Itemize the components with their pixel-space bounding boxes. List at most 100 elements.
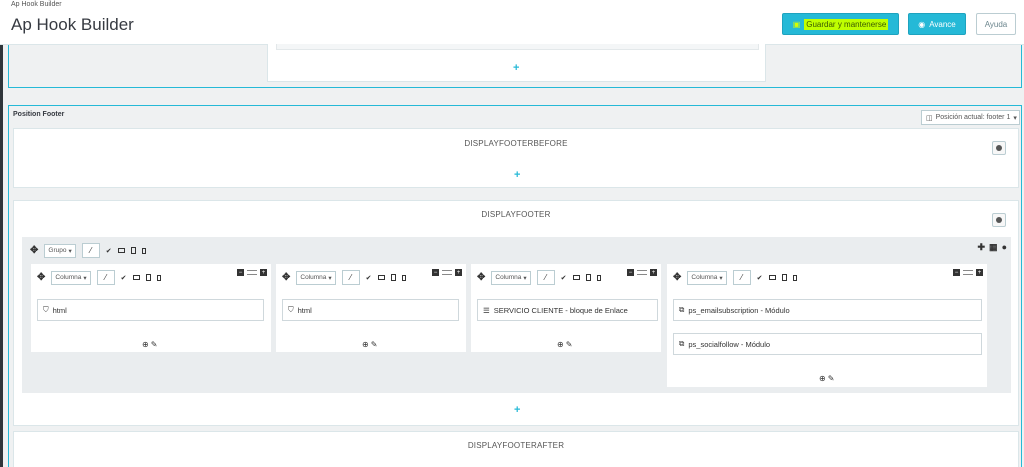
add-widget-icon[interactable]: ⊕ bbox=[557, 340, 564, 349]
column-resize-controls: − + bbox=[953, 269, 983, 276]
left-sidebar-strip bbox=[0, 0, 3, 467]
gear-icon[interactable] bbox=[992, 213, 1006, 227]
save-button-label: Guardar y mantenerse bbox=[804, 18, 889, 30]
column-footer-actions: ⊕ ✎ bbox=[142, 340, 157, 349]
column-select[interactable]: Columna ▾ bbox=[51, 270, 91, 285]
column-select[interactable]: Columna ▾ bbox=[491, 270, 531, 285]
minus-icon[interactable]: − bbox=[953, 269, 960, 276]
pencil-icon[interactable]: ✎ bbox=[566, 340, 573, 349]
widget-label: html bbox=[297, 305, 312, 315]
module-icon: ⧉ bbox=[679, 305, 685, 314]
phone-icon[interactable] bbox=[141, 247, 146, 254]
add-widget-icon[interactable]: ⊕ bbox=[819, 374, 826, 383]
move-icon[interactable]: ✥ bbox=[30, 245, 38, 256]
group-actions: ✚ ▦ ● bbox=[978, 242, 1008, 253]
magic-wand-icon[interactable]: ⁄ bbox=[536, 270, 555, 285]
top-position-panel: + bbox=[8, 44, 1022, 88]
tablet-icon[interactable] bbox=[781, 274, 787, 281]
check-icon[interactable]: ✔ bbox=[366, 274, 372, 282]
plus-icon[interactable]: ✚ bbox=[978, 242, 986, 253]
check-icon[interactable]: ✔ bbox=[121, 274, 127, 282]
minus-icon[interactable]: − bbox=[237, 269, 244, 276]
preview-button[interactable]: ◉ Avance bbox=[908, 13, 966, 35]
move-icon[interactable]: ✥ bbox=[477, 272, 485, 283]
column-toolbar: ✥ Columna ▾ ⁄ ✔ bbox=[673, 270, 797, 285]
widget-label: html bbox=[52, 305, 67, 315]
move-icon[interactable]: ✥ bbox=[673, 272, 681, 283]
tablet-icon[interactable] bbox=[130, 247, 136, 254]
magic-wand-icon[interactable]: ⁄ bbox=[96, 270, 115, 285]
widget-module[interactable]: ⧉ ps_socialfollow - Módulo bbox=[673, 333, 982, 355]
group-toolbar: ✥ Grupo ▾ ⁄ ✔ bbox=[30, 243, 146, 258]
position-title: Position Footer bbox=[13, 111, 65, 118]
plus-icon[interactable]: + bbox=[976, 269, 983, 276]
save-icon: ▣ bbox=[792, 19, 801, 29]
widget-html[interactable]: ⛉ html bbox=[282, 299, 459, 321]
minus-icon[interactable]: − bbox=[627, 269, 634, 276]
pencil-icon[interactable]: ✎ bbox=[151, 340, 158, 349]
move-icon[interactable]: ✥ bbox=[282, 272, 290, 283]
widget-label: SERVICIO CLIENTE - bloque de Enlace bbox=[493, 305, 628, 315]
desktop-icon[interactable] bbox=[132, 275, 140, 280]
save-and-stay-button[interactable]: ▣ Guardar y mantenerse bbox=[782, 13, 899, 35]
tablet-icon[interactable] bbox=[145, 274, 151, 281]
plus-icon[interactable]: + bbox=[650, 269, 657, 276]
tablet-icon[interactable] bbox=[390, 274, 396, 281]
gear-icon[interactable] bbox=[992, 141, 1006, 155]
phone-icon[interactable] bbox=[596, 274, 601, 281]
column-footer-actions: ⊕ ✎ bbox=[819, 374, 834, 383]
column-select[interactable]: Columna ▾ bbox=[687, 270, 727, 285]
hook-displayfooterbefore: DISPLAYFOOTERBEFORE + bbox=[13, 128, 1019, 188]
desktop-icon[interactable] bbox=[117, 248, 125, 253]
page-title: Ap Hook Builder bbox=[11, 15, 134, 34]
hook-name: DISPLAYFOOTERAFTER bbox=[467, 441, 565, 450]
minus-icon[interactable]: − bbox=[432, 269, 439, 276]
widget-module[interactable]: ⧉ ps_emailsubscription - Módulo bbox=[673, 299, 982, 321]
phone-icon[interactable] bbox=[401, 274, 406, 281]
pencil-icon[interactable]: ✎ bbox=[828, 374, 835, 383]
check-icon[interactable]: ✔ bbox=[106, 247, 112, 255]
desktop-icon[interactable] bbox=[572, 275, 580, 280]
magic-wand-icon[interactable]: ⁄ bbox=[81, 243, 100, 258]
add-group-plus-icon[interactable]: + bbox=[513, 62, 519, 74]
preview-button-label: Avance bbox=[929, 19, 956, 29]
phone-icon[interactable] bbox=[156, 274, 161, 281]
group-select[interactable]: Grupo ▾ bbox=[44, 243, 76, 258]
breadcrumb[interactable]: Ap Hook Builder bbox=[11, 1, 62, 8]
add-widget-icon[interactable]: ⊕ bbox=[142, 340, 149, 349]
column-toolbar: ✥ Columna ▾ ⁄ ✔ bbox=[477, 270, 601, 285]
layout-icon: ◫ bbox=[926, 114, 933, 122]
help-button[interactable]: Ayuda bbox=[976, 13, 1016, 35]
check-icon[interactable]: ✔ bbox=[757, 274, 763, 282]
hook-displayfooter: DISPLAYFOOTER ✥ Grupo ▾ ⁄ ✔ ✚ ▦ ● ✥ Colu… bbox=[13, 200, 1019, 426]
add-group-plus-icon[interactable]: + bbox=[514, 404, 520, 416]
module-icon: ⧉ bbox=[679, 339, 685, 348]
width-bars-icon bbox=[442, 270, 452, 275]
add-widget-icon[interactable]: ⊕ bbox=[362, 340, 369, 349]
widget-label: ps_emailsubscription - Módulo bbox=[688, 305, 790, 315]
grid-icon[interactable]: ▦ bbox=[989, 242, 998, 253]
plus-icon[interactable]: + bbox=[260, 269, 267, 276]
column-resize-controls: − + bbox=[237, 269, 267, 276]
desktop-icon[interactable] bbox=[768, 275, 776, 280]
phone-icon[interactable] bbox=[792, 274, 797, 281]
plus-icon[interactable]: + bbox=[455, 269, 462, 276]
desktop-icon[interactable] bbox=[377, 275, 385, 280]
gear-icon[interactable]: ● bbox=[1002, 242, 1007, 253]
magic-wand-icon[interactable]: ⁄ bbox=[341, 270, 360, 285]
width-bars-icon bbox=[247, 270, 257, 275]
column-resize-controls: − + bbox=[627, 269, 657, 276]
widget-html[interactable]: ⛉ html bbox=[37, 299, 264, 321]
column-footer-actions: ⊕ ✎ bbox=[362, 340, 377, 349]
add-group-plus-icon[interactable]: + bbox=[514, 169, 520, 181]
move-icon[interactable]: ✥ bbox=[37, 272, 45, 283]
check-icon[interactable]: ✔ bbox=[561, 274, 567, 282]
pencil-icon[interactable]: ✎ bbox=[371, 340, 378, 349]
widget-link-block[interactable]: ☰ SERVICIO CLIENTE - bloque de Enlace bbox=[477, 299, 658, 321]
position-select[interactable]: ◫ Posición actual: footer 1 ▾ bbox=[921, 110, 1020, 125]
caret-down-icon: ▾ bbox=[1013, 114, 1017, 122]
group-row: ✥ Grupo ▾ ⁄ ✔ ✚ ▦ ● ✥ Columna ▾ ⁄ ✔ − + … bbox=[22, 237, 1011, 393]
magic-wand-icon[interactable]: ⁄ bbox=[732, 270, 751, 285]
tablet-icon[interactable] bbox=[585, 274, 591, 281]
column-select[interactable]: Columna ▾ bbox=[296, 270, 336, 285]
